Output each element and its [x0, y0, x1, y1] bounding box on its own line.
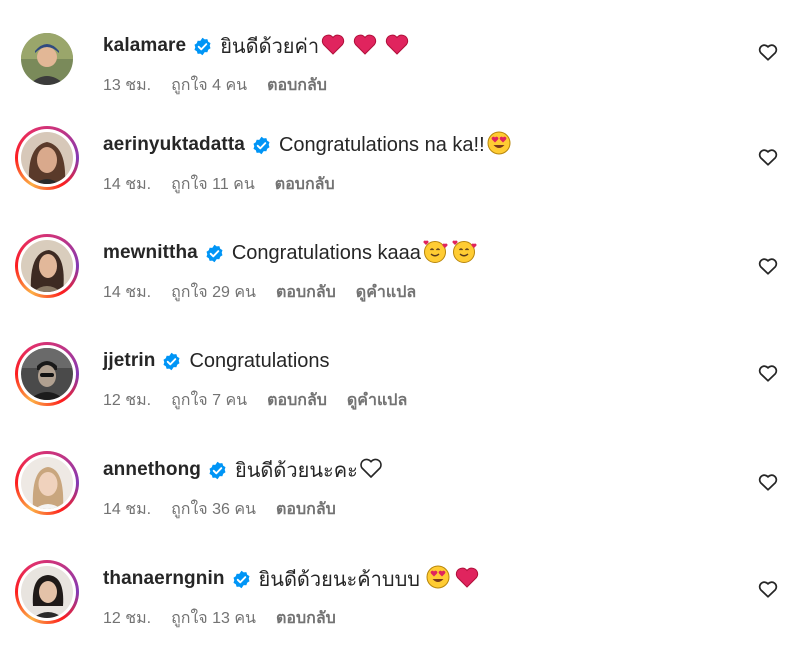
- like-count[interactable]: ถูกใจ 11 คน: [171, 172, 255, 197]
- avatar[interactable]: [21, 457, 73, 509]
- username-link[interactable]: annethong: [103, 459, 201, 481]
- comment-item: aerinyuktadatta Congratulations na ka!! …: [0, 126, 800, 226]
- heart-outline-icon[interactable]: [757, 41, 779, 63]
- avatar[interactable]: [21, 33, 73, 85]
- like-count[interactable]: ถูกใจ 13 คน: [171, 606, 256, 631]
- comment-meta: 14 ชม. ถูกใจ 29 คน ตอบกลับ ดูคำแปล: [103, 280, 416, 305]
- reply-button[interactable]: ตอบกลับ: [267, 388, 327, 413]
- verified-badge-icon: [205, 244, 224, 263]
- heart-eyes-icon: [426, 565, 450, 594]
- verified-badge-icon: [208, 461, 227, 480]
- username-link[interactable]: kalamare: [103, 35, 186, 57]
- avatar-ring[interactable]: [15, 27, 79, 91]
- heart-outline-icon[interactable]: [757, 578, 779, 600]
- comment-item: jjetrin Congratulations 12 ชม. ถูกใจ 7 ค…: [0, 342, 800, 442]
- red-heart-icon: [385, 33, 409, 60]
- avatar[interactable]: [21, 132, 73, 184]
- avatar-ring[interactable]: [15, 342, 79, 406]
- like-count[interactable]: ถูกใจ 36 คน: [171, 497, 256, 522]
- smiling-hearts-icon: [451, 239, 477, 268]
- avatar-ring[interactable]: [15, 126, 79, 190]
- comment-meta: 13 ชม. ถูกใจ 4 คน ตอบกลับ: [103, 73, 327, 98]
- avatar[interactable]: [21, 240, 73, 292]
- verified-badge-icon: [252, 136, 271, 155]
- red-heart-icon: [455, 566, 479, 593]
- red-heart-icon: [321, 33, 345, 60]
- comment-item: kalamare ยินดีด้วยค่า 13 ชม. ถูกใจ 4 คน …: [0, 27, 800, 127]
- reply-button[interactable]: ตอบกลับ: [275, 172, 335, 197]
- avatar[interactable]: [21, 348, 73, 400]
- heart-eyes-icon: [487, 131, 511, 160]
- see-translation-button[interactable]: ดูคำแปล: [356, 280, 416, 305]
- comment-time[interactable]: 14 ชม.: [103, 280, 151, 305]
- avatar-ring[interactable]: [15, 234, 79, 298]
- comment-text: Congratulations: [189, 349, 330, 372]
- comment-meta: 14 ชม. ถูกใจ 11 คน ตอบกลับ: [103, 172, 335, 197]
- comment-line: mewnittha Congratulations kaaa: [103, 238, 477, 268]
- comment-line: kalamare ยินดีด้วยค่า: [103, 31, 409, 61]
- comment-line: aerinyuktadatta Congratulations na ka!!: [103, 130, 511, 160]
- like-count[interactable]: ถูกใจ 7 คน: [171, 388, 247, 413]
- username-link[interactable]: jjetrin: [103, 350, 155, 372]
- comment-time[interactable]: 12 ชม.: [103, 606, 151, 631]
- see-translation-button[interactable]: ดูคำแปล: [347, 388, 407, 413]
- comment-item: mewnittha Congratulations kaaa 14 ชม. ถู…: [0, 234, 800, 334]
- comment-item: thanaerngnin ยินดีด้วยนะค้าบบบ 12 ชม. ถู…: [0, 560, 800, 660]
- username-link[interactable]: thanaerngnin: [103, 568, 225, 590]
- comment-time[interactable]: 13 ชม.: [103, 73, 151, 98]
- comment-line: thanaerngnin ยินดีด้วยนะค้าบบบ: [103, 564, 479, 594]
- username-link[interactable]: aerinyuktadatta: [103, 134, 245, 156]
- comment-time[interactable]: 14 ชม.: [103, 172, 151, 197]
- comment-meta: 12 ชม. ถูกใจ 7 คน ตอบกลับ ดูคำแปล: [103, 388, 407, 413]
- avatar-ring[interactable]: [15, 560, 79, 624]
- reply-button[interactable]: ตอบกลับ: [267, 73, 327, 98]
- comment-time[interactable]: 14 ชม.: [103, 497, 151, 522]
- verified-badge-icon: [162, 352, 181, 371]
- heart-outline-icon[interactable]: [757, 471, 779, 493]
- comment-time[interactable]: 12 ชม.: [103, 388, 151, 413]
- comment-text: ยินดีด้วยค่า: [220, 36, 320, 58]
- red-heart-icon: [353, 33, 377, 60]
- avatar[interactable]: [21, 566, 73, 618]
- comment-text: ยินดีด้วยนะคะ: [235, 460, 358, 482]
- avatar-ring[interactable]: [15, 451, 79, 515]
- comment-line: annethong ยินดีด้วยนะคะ: [103, 455, 383, 485]
- username-link[interactable]: mewnittha: [103, 242, 198, 264]
- heart-outline-icon[interactable]: [757, 362, 779, 384]
- heart-outline-icon[interactable]: [757, 146, 779, 168]
- reply-button[interactable]: ตอบกลับ: [276, 497, 336, 522]
- comment-text: Congratulations kaaa: [231, 241, 421, 264]
- like-count[interactable]: ถูกใจ 4 คน: [171, 73, 247, 98]
- comment-text: Congratulations na ka!!: [278, 133, 485, 156]
- comment-text: ยินดีด้วยนะค้าบบบ: [258, 569, 420, 591]
- smiling-hearts-icon: [422, 239, 448, 268]
- comment-meta: 12 ชม. ถูกใจ 13 คน ตอบกลับ: [103, 606, 336, 631]
- heart-outline-icon[interactable]: [757, 255, 779, 277]
- reply-button[interactable]: ตอบกลับ: [276, 606, 336, 631]
- white-heart-icon: [359, 457, 383, 484]
- verified-badge-icon: [193, 37, 212, 56]
- reply-button[interactable]: ตอบกลับ: [276, 280, 336, 305]
- comment-line: jjetrin Congratulations: [103, 346, 330, 376]
- comment-item: annethong ยินดีด้วยนะคะ 14 ชม. ถูกใจ 36 …: [0, 451, 800, 551]
- comment-meta: 14 ชม. ถูกใจ 36 คน ตอบกลับ: [103, 497, 336, 522]
- like-count[interactable]: ถูกใจ 29 คน: [171, 280, 256, 305]
- verified-badge-icon: [232, 570, 251, 589]
